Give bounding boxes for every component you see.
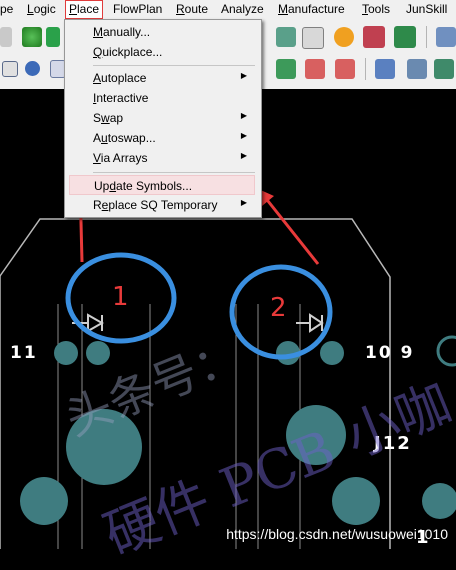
callout-number-2: 2 — [270, 293, 287, 323]
arrow-line-2 — [262, 195, 320, 265]
submenu-arrow-icon: ▶ — [240, 111, 247, 120]
menu-item-update-symbols[interactable]: Update Symbols... — [69, 175, 255, 195]
menu-item-autoplace[interactable]: Autoplace ▶ — [69, 68, 255, 88]
callout-number-1: 1 — [112, 282, 129, 312]
menu-separator — [93, 172, 255, 173]
menu-item-manually[interactable]: Manually... — [69, 22, 255, 42]
submenu-arrow-icon: ▶ — [240, 151, 247, 160]
menu-item-replace-sq-temporary[interactable]: Replace SQ Temporary ▶ — [69, 195, 255, 215]
menu-item-quickplace[interactable]: Quickplace... — [69, 42, 255, 62]
menu-item-interactive[interactable]: Interactive — [69, 88, 255, 108]
submenu-arrow-icon: ▶ — [240, 198, 247, 207]
submenu-arrow-icon: ▶ — [240, 71, 247, 80]
menu-item-via-arrays[interactable]: Via Arrays ▶ — [69, 148, 255, 168]
place-menu: Manually... Quickplace... Autoplace ▶ In… — [64, 19, 262, 218]
menu-item-swap[interactable]: Swap ▶ — [69, 108, 255, 128]
menu-item-autoswap[interactable]: Autoswap... ▶ — [69, 128, 255, 148]
menu-separator — [93, 65, 255, 66]
submenu-arrow-icon: ▶ — [240, 131, 247, 140]
